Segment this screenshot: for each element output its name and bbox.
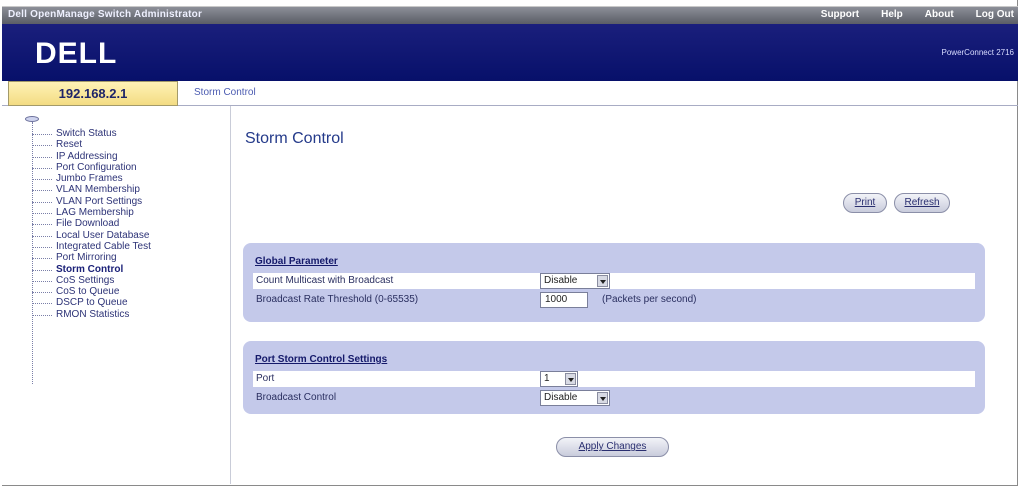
refresh-button[interactable]: Refresh [894, 193, 950, 213]
count-multicast-select[interactable]: Disable [540, 273, 610, 289]
sidebar-menu: Switch Status Reset IP Addressing Port C… [32, 128, 151, 320]
dell-logo: DELL [35, 37, 118, 70]
sidebar-item-port-mirroring[interactable]: Port Mirroring [32, 252, 151, 263]
main-content: Storm Control Print Refresh Global Param… [231, 106, 1017, 484]
sidebar-item-integrated-cable-test[interactable]: Integrated Cable Test [32, 241, 151, 252]
product-name: PowerConnect 2716 [941, 48, 1015, 57]
page-title: Storm Control [245, 130, 344, 147]
port-select[interactable]: 1 [540, 371, 578, 387]
sidebar-item-switch-status[interactable]: Switch Status [32, 128, 151, 139]
sidebar-item-vlan-membership[interactable]: VLAN Membership [32, 184, 151, 195]
global-parameter-title: Global Parameter [255, 256, 338, 267]
sidebar-tree: Switch Status Reset IP Addressing Port C… [8, 106, 231, 484]
port-label: Port [256, 373, 275, 384]
sidebar-item-local-user-database[interactable]: Local User Database [32, 230, 151, 241]
sidebar-item-port-configuration[interactable]: Port Configuration [32, 162, 151, 173]
page-frame: Dell OpenManage Switch Administrator Sup… [2, 0, 1018, 486]
chevron-down-icon[interactable] [597, 275, 608, 287]
print-button[interactable]: Print [843, 193, 887, 213]
count-multicast-value: Disable [544, 275, 578, 286]
support-link[interactable]: Support [821, 9, 859, 20]
global-parameter-panel: Global Parameter Count Multicast with Br… [243, 243, 985, 322]
sidebar-item-cos-to-queue[interactable]: CoS to Queue [32, 286, 151, 297]
breadcrumb[interactable]: Storm Control [194, 87, 256, 98]
sidebar-item-jumbo-frames[interactable]: Jumbo Frames [32, 173, 151, 184]
broadcast-control-value: Disable [544, 392, 578, 403]
top-links: Support Help About Log Out [821, 9, 1014, 20]
sidebar-item-storm-control[interactable]: Storm Control [32, 264, 151, 275]
apply-changes-button[interactable]: Apply Changes [556, 437, 669, 457]
threshold-row: Broadcast Rate Threshold (0-65535) 1000 … [253, 292, 975, 308]
port-settings-title: Port Storm Control Settings [255, 354, 388, 365]
broadcast-control-label: Broadcast Control [256, 392, 337, 403]
count-multicast-label: Count Multicast with Broadcast [256, 275, 394, 286]
threshold-input[interactable]: 1000 [540, 292, 588, 308]
port-value: 1 [544, 373, 550, 384]
header-banner: DELL PowerConnect 2716 [2, 24, 1018, 81]
broadcast-control-select[interactable]: Disable [540, 390, 610, 406]
logout-link[interactable]: Log Out [976, 9, 1014, 20]
chevron-down-icon[interactable] [565, 373, 576, 385]
app-title: Dell OpenManage Switch Administrator [8, 9, 203, 20]
broadcast-control-row: Broadcast Control Disable [253, 390, 975, 406]
switch-ip-address: 192.168.2.1 [8, 81, 178, 106]
sidebar-item-cos-settings[interactable]: CoS Settings [32, 275, 151, 286]
port-row: Port 1 [253, 371, 975, 387]
chevron-down-icon[interactable] [597, 392, 608, 404]
sidebar-item-vlan-port-settings[interactable]: VLAN Port Settings [32, 196, 151, 207]
sidebar-item-reset[interactable]: Reset [32, 139, 151, 150]
top-menu-bar: Dell OpenManage Switch Administrator Sup… [2, 6, 1018, 24]
help-link[interactable]: Help [881, 9, 903, 20]
sidebar-item-dscp-to-queue[interactable]: DSCP to Queue [32, 297, 151, 308]
sidebar-item-rmon-statistics[interactable]: RMON Statistics [32, 309, 151, 320]
sidebar-item-file-download[interactable]: File Download [32, 218, 151, 229]
about-link[interactable]: About [925, 9, 954, 20]
port-storm-control-panel: Port Storm Control Settings Port 1 Broad… [243, 341, 985, 414]
sidebar-item-lag-membership[interactable]: LAG Membership [32, 207, 151, 218]
threshold-label: Broadcast Rate Threshold (0-65535) [256, 294, 419, 305]
sidebar-item-ip-addressing[interactable]: IP Addressing [32, 151, 151, 162]
address-bar: 192.168.2.1 Storm Control [2, 81, 1018, 106]
count-multicast-row: Count Multicast with Broadcast Disable [253, 273, 975, 289]
threshold-hint: (Packets per second) [602, 294, 697, 305]
